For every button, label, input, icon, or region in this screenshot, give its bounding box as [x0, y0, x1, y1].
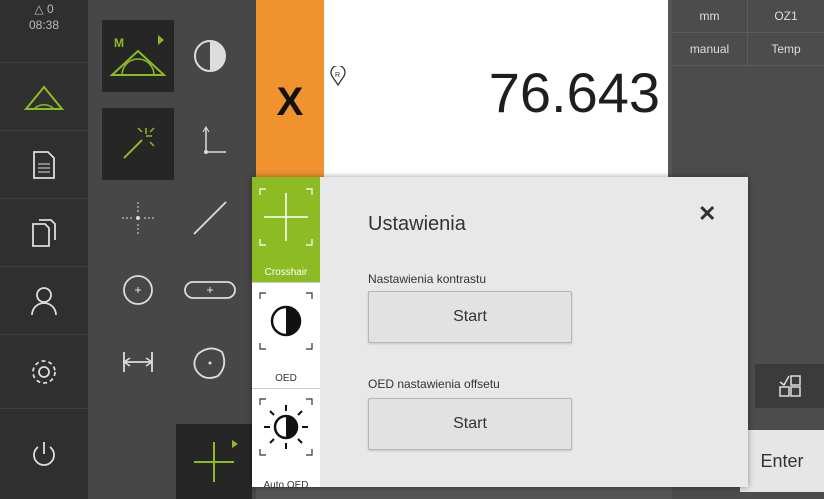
status-area: △ 0 08:38: [0, 0, 88, 62]
warning-count: 0: [46, 2, 54, 16]
magic-wand-icon: [123, 127, 155, 159]
position-readout: R 76.643: [324, 0, 668, 178]
tool-auto-measure[interactable]: [102, 108, 174, 180]
files-icon: [32, 218, 56, 247]
blob-icon: [193, 347, 226, 379]
unit-selector[interactable]: mm: [672, 0, 748, 33]
svg-text:M: M: [114, 36, 124, 50]
slot-icon: [184, 281, 236, 299]
warning-counter[interactable]: △ 0: [0, 2, 88, 16]
tab-auto-oed[interactable]: Auto OED: [252, 389, 320, 495]
tool-crosshair-active[interactable]: [176, 424, 252, 499]
user-icon: [31, 286, 57, 315]
offset-start-button[interactable]: Start: [368, 398, 572, 450]
nav-user[interactable]: [0, 266, 88, 334]
enter-button[interactable]: Enter: [740, 430, 824, 492]
main-menu: △ 0 08:38: [0, 0, 88, 499]
tool-point[interactable]: [174, 108, 246, 180]
line-icon: [193, 201, 227, 235]
tool-slot[interactable]: [174, 254, 246, 326]
close-icon[interactable]: ✕: [698, 201, 716, 227]
reference-marker-icon: R: [330, 66, 346, 86]
clock: 08:38: [28, 18, 60, 32]
contrast-start-button[interactable]: Start: [368, 291, 572, 343]
axis-strip[interactable]: X: [256, 0, 324, 180]
contrast-icon: [194, 40, 226, 72]
settings-dialog: Crosshair OED Auto OED Ustawienia ✕ Nast…: [252, 177, 748, 491]
crosshair-icon: [194, 439, 238, 482]
contrast-label: Nastawienia kontrastu: [368, 272, 487, 286]
zero-point-selector[interactable]: OZ1: [748, 0, 824, 33]
circle-icon: [123, 275, 153, 305]
axis-value: 76.643: [488, 61, 660, 124]
tool-circle[interactable]: [102, 254, 174, 326]
measure-triangle-icon: M: [109, 35, 167, 76]
tool-contrast[interactable]: [174, 20, 246, 92]
tab-crosshair[interactable]: Crosshair: [252, 177, 320, 283]
coordinate-point-icon: [202, 126, 226, 154]
nav-files[interactable]: [0, 198, 88, 266]
layout-icon: [778, 375, 801, 397]
layout-toggle-button[interactable]: [755, 364, 824, 408]
nav-power[interactable]: [0, 408, 88, 499]
tool-point-crosshair[interactable]: [102, 182, 174, 254]
auto-oed-icon: [259, 398, 313, 456]
mode-selector[interactable]: manual: [672, 33, 748, 66]
tab-oed[interactable]: OED: [252, 283, 320, 389]
temp-selector[interactable]: Temp: [748, 33, 824, 66]
tab-label: Auto OED: [263, 480, 309, 491]
tab-label: OED: [275, 373, 297, 384]
warning-icon: △: [34, 2, 44, 16]
offset-label: OED nastawienia offsetu: [368, 377, 500, 391]
document-icon: [33, 150, 55, 179]
tool-blob[interactable]: [174, 326, 246, 398]
power-icon: [33, 442, 55, 466]
dialog-tabs: Crosshair OED Auto OED: [252, 177, 320, 491]
tool-line[interactable]: [174, 182, 246, 254]
distance-icon: [122, 352, 154, 372]
axis-label: X: [276, 80, 304, 124]
gear-icon: [32, 359, 56, 384]
tool-distance[interactable]: [102, 326, 174, 398]
nav-protocol[interactable]: [0, 130, 88, 198]
point-icon: [122, 202, 154, 234]
dialog-title: Ustawienia: [368, 213, 466, 235]
tool-palette: M: [88, 0, 256, 499]
oed-contrast-icon: [259, 292, 313, 350]
nav-measure[interactable]: [0, 62, 88, 130]
svg-text:R: R: [335, 72, 340, 79]
nav-settings[interactable]: [0, 334, 88, 408]
tool-measure-manual[interactable]: M: [102, 20, 174, 92]
measure-icon: [24, 84, 64, 110]
tab-label: Crosshair: [264, 267, 308, 278]
crosshair-icon: [259, 188, 313, 246]
